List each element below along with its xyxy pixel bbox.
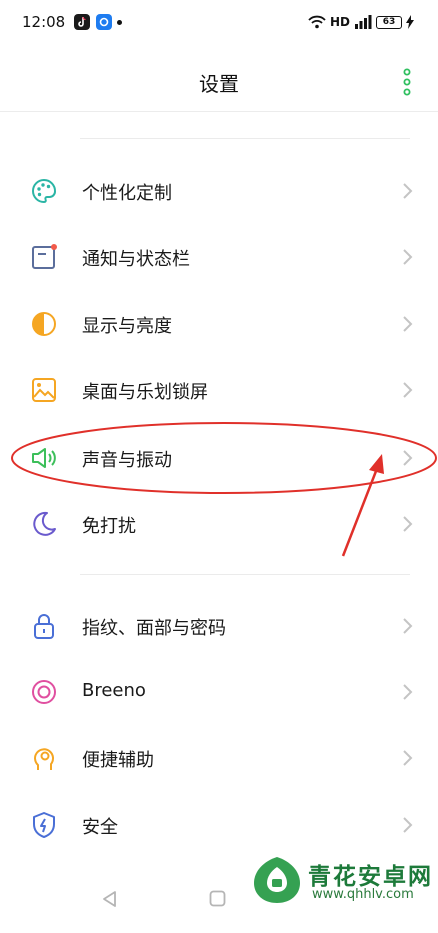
settings-item-notifications[interactable]: 通知与状态栏 [0,224,438,290]
header: 设置 [0,44,438,112]
moon-icon [33,511,56,536]
settings-item-personalization[interactable]: 个性化定制 [0,158,438,224]
chevron-right-icon [403,618,413,634]
shield-icon [33,812,55,838]
chevron-right-icon [403,382,413,398]
settings-item-display[interactable]: 显示与亮度 [0,291,438,357]
app-notification-icon [96,14,112,30]
settings-item-security[interactable]: 安全 [0,792,438,858]
more-options-icon[interactable] [402,68,412,96]
group-divider [80,574,410,575]
settings-item-label: 免打扰 [82,516,136,537]
settings-item-home-lockscreen[interactable]: 桌面与乐划锁屏 [0,357,438,423]
chevron-right-icon [403,750,413,766]
settings-item-breeno[interactable]: Breeno [0,659,438,725]
settings-item-label: 安全 [82,817,118,838]
home-icon[interactable] [209,890,226,907]
battery-level: 63 [376,15,402,29]
charging-icon [406,15,414,29]
wifi-icon [308,15,326,29]
settings-item-do-not-disturb[interactable]: 免打扰 [0,491,438,557]
chevron-right-icon [403,316,413,332]
settings-item-label: 通知与状态栏 [82,249,190,270]
chevron-right-icon [403,450,413,466]
chevron-right-icon [403,249,413,265]
assist-icon [34,748,54,770]
watermark-name: 青花安卓网 [308,864,433,890]
settings-item-label: 便捷辅助 [82,750,154,771]
speaker-icon [32,448,56,468]
palette-icon [32,178,56,204]
chevron-right-icon [403,817,413,833]
settings-item-label: 指纹、面部与密码 [82,618,226,639]
back-icon[interactable] [100,889,120,909]
settings-item-label: 个性化定制 [82,183,172,204]
leaf-logo-icon [254,857,300,903]
group-divider [80,138,410,139]
settings-item-accessibility[interactable]: 便捷辅助 [0,725,438,791]
lock-icon [34,614,54,639]
watermark: 青花安卓网 www.qhhlv.com [250,853,435,909]
breeno-icon [32,680,56,704]
settings-item-label: 声音与振动 [82,450,172,471]
chevron-right-icon [403,183,413,199]
settings-item-label: 显示与亮度 [82,316,172,337]
wallpaper-icon [32,378,56,402]
tiktok-icon [74,14,90,30]
page-title: 设置 [199,72,239,96]
signal-icon [355,15,372,29]
network-type-label: HD [329,15,350,29]
notification-icon [32,244,57,269]
settings-item-biometrics-password[interactable]: 指纹、面部与密码 [0,593,438,659]
watermark-url: www.qhhlv.com [312,887,414,902]
status-more-dot [117,20,122,25]
status-right-group: HD 63 [308,12,414,32]
status-time: 12:08 [22,13,66,31]
brightness-icon [32,312,56,336]
settings-item-label: 桌面与乐划锁屏 [82,382,208,403]
status-bar: 12:08 HD 63 [0,0,438,44]
settings-item-sound-vibration[interactable]: 声音与振动 [0,425,438,491]
chevron-right-icon [403,684,413,700]
chevron-right-icon [403,516,413,532]
settings-item-label: Breeno [82,680,146,701]
